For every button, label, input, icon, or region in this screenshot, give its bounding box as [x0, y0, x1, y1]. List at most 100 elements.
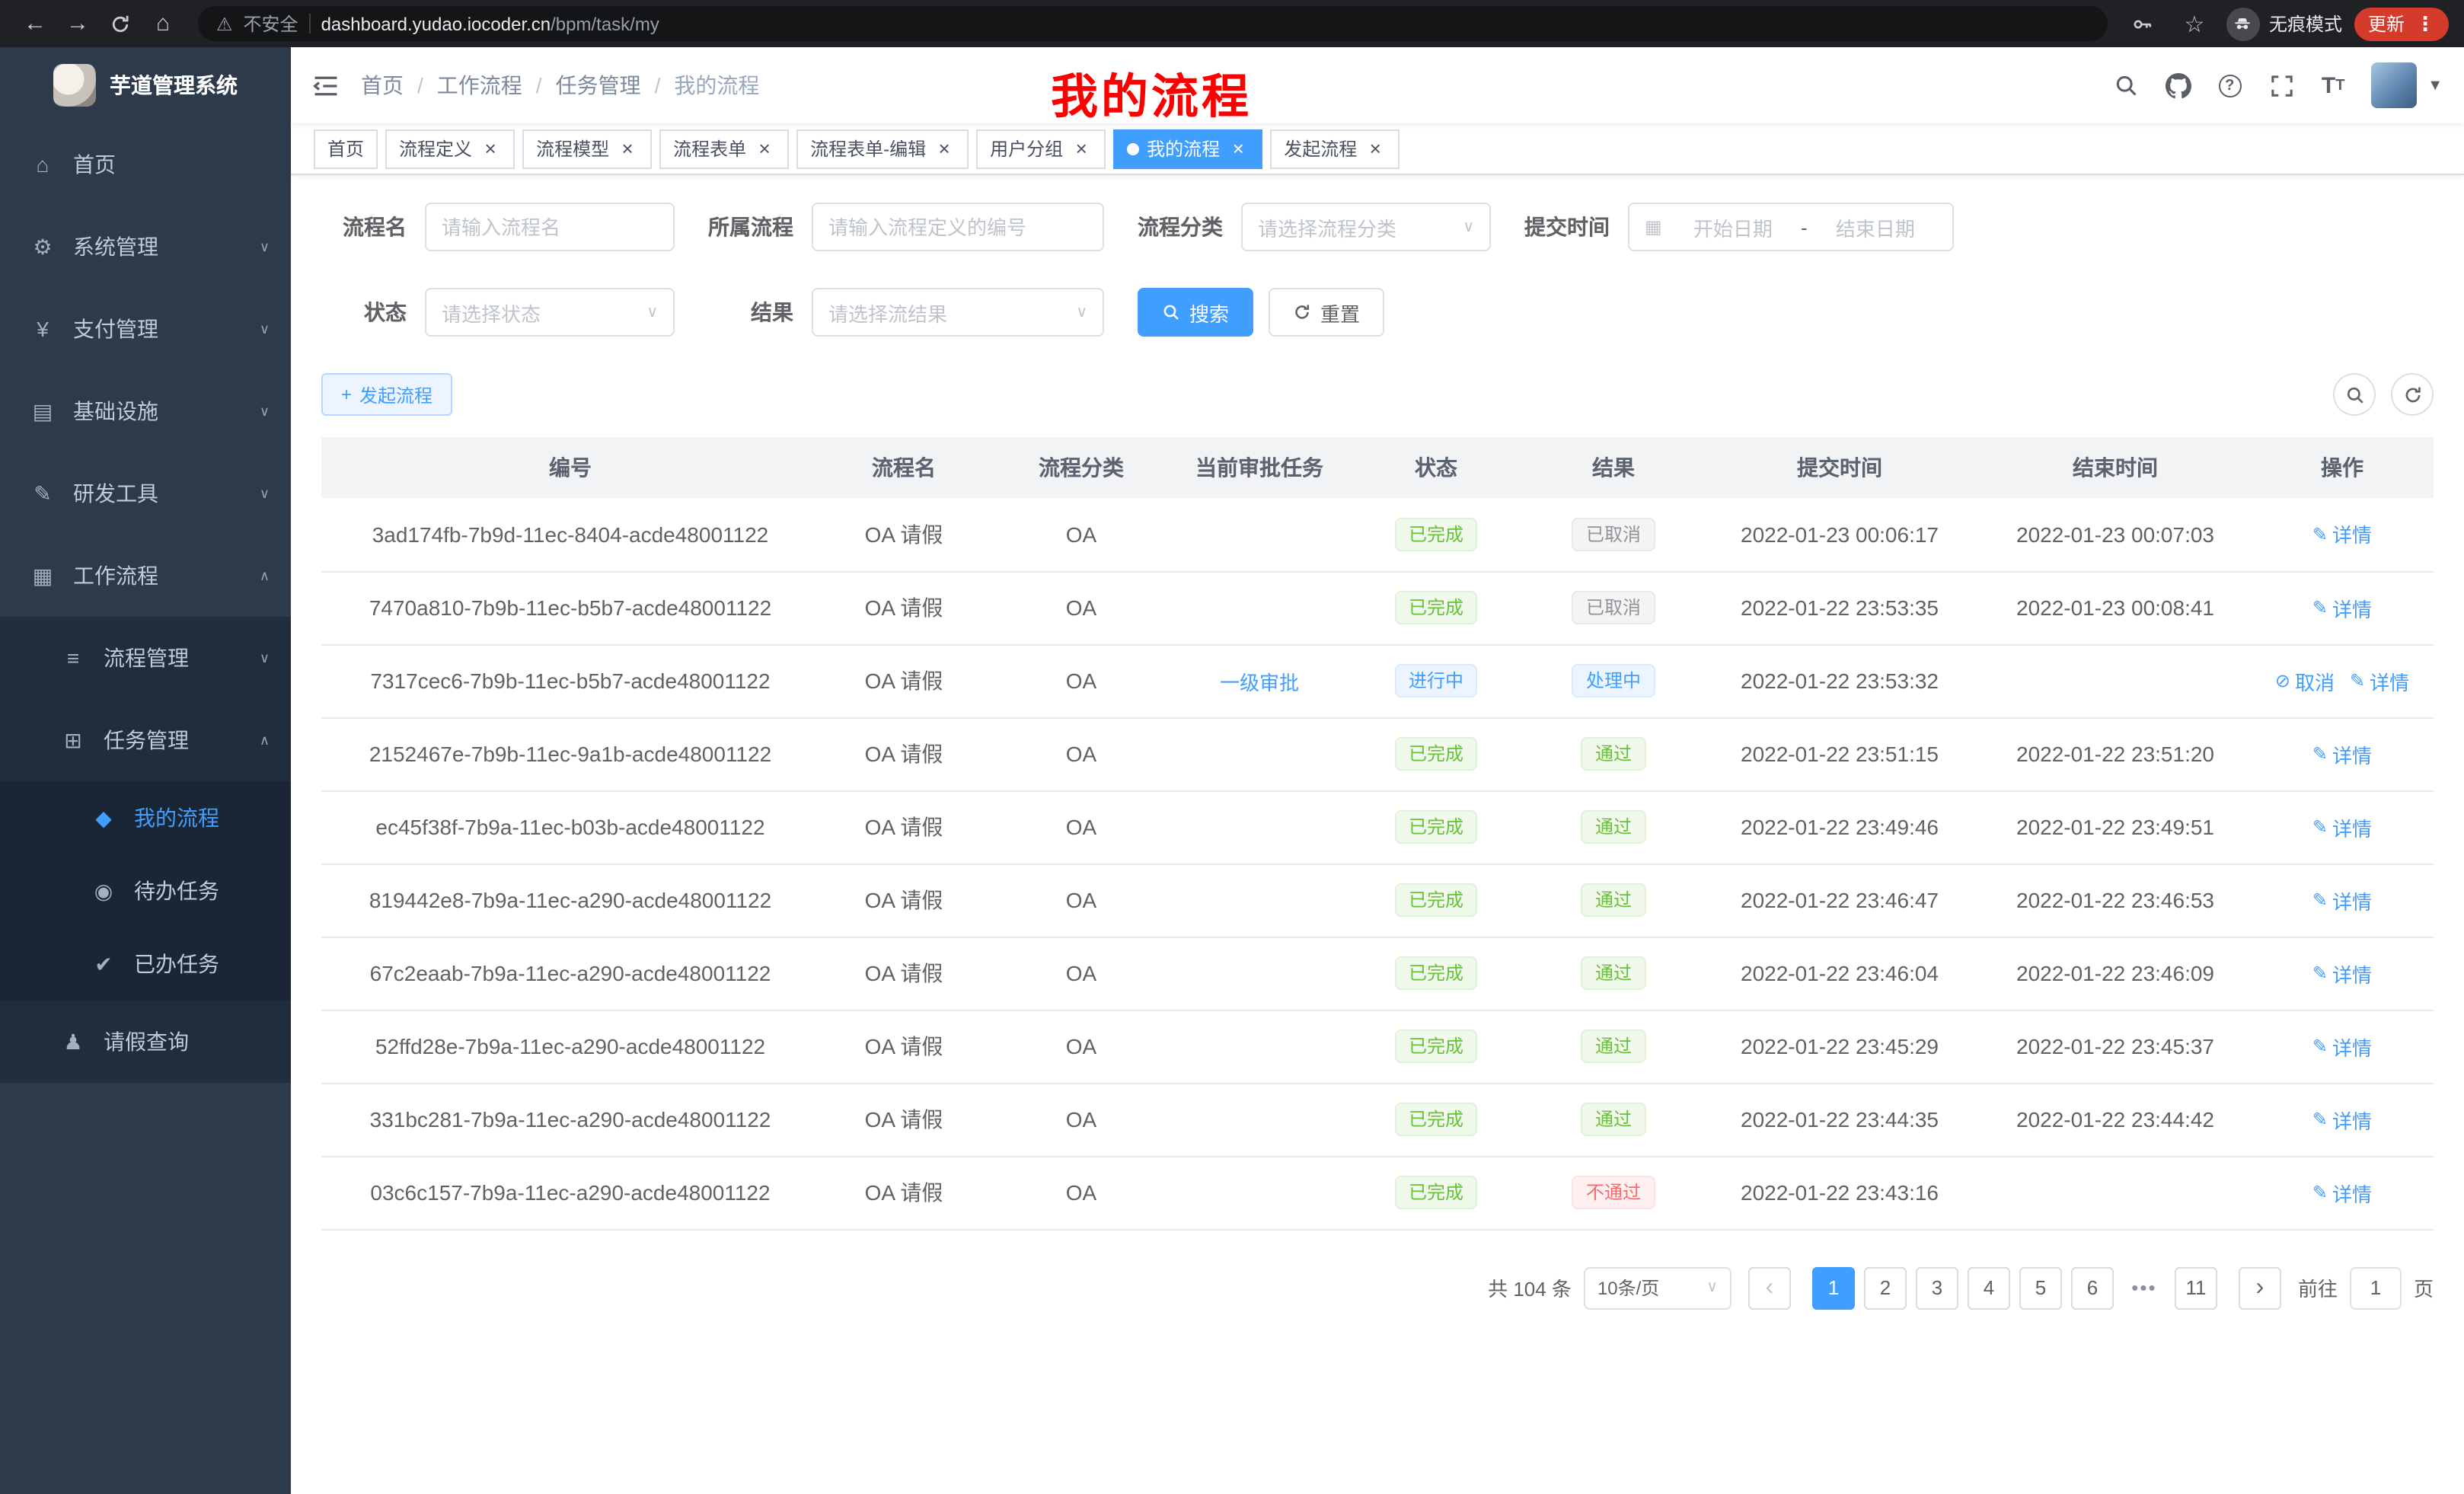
name-input[interactable]	[425, 203, 675, 251]
browser-reload-button[interactable]	[101, 4, 140, 43]
sidebar-item-todo-tasks[interactable]: ◉待办任务	[0, 854, 291, 927]
detail-link[interactable]: ✎详情	[2312, 593, 2372, 622]
browser-back-button[interactable]: ←	[15, 4, 55, 43]
next-page-button[interactable]: ›	[2239, 1266, 2281, 1309]
result-tag: 已取消	[1572, 518, 1655, 551]
detail-label: 详情	[2332, 520, 2372, 549]
page-button-4[interactable]: 4	[1968, 1266, 2010, 1309]
edit-icon: ✎	[2312, 524, 2328, 545]
end-date-placeholder: 结束日期	[1814, 212, 1937, 241]
detail-link[interactable]: ✎详情	[2312, 886, 2372, 915]
tab-close-icon[interactable]: ×	[480, 138, 501, 159]
page-button-5[interactable]: 5	[2019, 1266, 2062, 1309]
page-button-2[interactable]: 2	[1864, 1266, 1907, 1309]
reset-button[interactable]: 重置	[1269, 288, 1384, 337]
page-button-3[interactable]: 3	[1916, 1266, 1958, 1309]
search-button[interactable]: 搜索	[1138, 288, 1253, 337]
page-button-1[interactable]: 1	[1812, 1266, 1855, 1309]
detail-link[interactable]: ✎详情	[2312, 1105, 2372, 1134]
browser-forward-button[interactable]: →	[58, 4, 97, 43]
sidebar-item-leave-query[interactable]: ♟请假查询	[0, 1001, 291, 1083]
tab-start-process[interactable]: 发起流程×	[1270, 129, 1400, 168]
address-bar[interactable]: ⚠ 不安全 dashboard.yudao.iocoder.cn/bpm/tas…	[198, 6, 2108, 41]
filter-name: 流程名	[321, 203, 675, 251]
detail-link[interactable]: ✎详情	[2312, 739, 2372, 768]
name-input-field[interactable]	[442, 215, 658, 238]
tab-process-form-edit[interactable]: 流程表单-编辑×	[796, 129, 969, 168]
goto-page-input[interactable]	[2350, 1266, 2402, 1309]
detail-link[interactable]: ✎详情	[2350, 666, 2409, 695]
sidebar-item-infra[interactable]: ▤基础设施∨	[0, 370, 291, 452]
parent-process-input-field[interactable]	[828, 215, 1087, 238]
font-size-icon[interactable]: TT	[2310, 62, 2356, 108]
result-select[interactable]: 请选择流结果 ∨	[812, 288, 1104, 337]
sidebar-item-label: 任务管理	[104, 725, 189, 755]
user-avatar[interactable]	[2371, 62, 2417, 108]
avatar-caret-down-icon[interactable]: ▼	[2427, 77, 2443, 94]
status-select[interactable]: 请选择状态 ∨	[425, 288, 675, 337]
tab-close-icon[interactable]: ×	[617, 138, 638, 159]
tab-home[interactable]: 首页	[314, 129, 378, 168]
tab-close-icon[interactable]: ×	[754, 138, 775, 159]
breadcrumb-item[interactable]: 任务管理	[556, 70, 641, 101]
parent-process-input[interactable]	[812, 203, 1104, 251]
cell-current-task	[1174, 498, 1345, 571]
page-size-select[interactable]: 10条/页 ∨	[1584, 1266, 1732, 1309]
devtools-icon: ✎	[30, 480, 55, 506]
help-icon[interactable]: ?	[2207, 62, 2252, 108]
status-tag: 已完成	[1395, 1176, 1477, 1209]
detail-link[interactable]: ✎详情	[2312, 1178, 2372, 1207]
page-button-11[interactable]: 11	[2175, 1266, 2217, 1309]
sidebar-item-home[interactable]: ⌂首页	[0, 123, 291, 206]
tab-close-icon[interactable]: ×	[1227, 138, 1249, 159]
my-process-icon: ◆	[91, 805, 116, 831]
github-icon[interactable]	[2155, 62, 2201, 108]
cancel-link[interactable]: ⊘取消	[2275, 666, 2335, 695]
detail-link[interactable]: ✎详情	[2312, 1032, 2372, 1061]
bookmark-star-icon[interactable]: ☆	[2175, 4, 2214, 43]
sidebar-item-payment[interactable]: ¥支付管理∨	[0, 288, 291, 370]
navbar: 首页/工作流程/任务管理/我的流程 ? TT ▼	[291, 47, 2464, 123]
tab-close-icon[interactable]: ×	[1364, 138, 1386, 159]
category-select[interactable]: 请选择流程分类 ∨	[1241, 203, 1491, 251]
sidebar-item-done-tasks[interactable]: ✔已办任务	[0, 927, 291, 1001]
app-logo[interactable]: 芋道管理系统	[0, 47, 291, 123]
tab-my-process[interactable]: 我的流程×	[1113, 129, 1262, 168]
fullscreen-icon[interactable]	[2258, 62, 2304, 108]
current-task-link[interactable]: 一级审批	[1220, 666, 1299, 695]
tab-process-definition[interactable]: 流程定义 ×	[385, 129, 515, 168]
browser-update-button[interactable]: 更新 ⋮	[2354, 7, 2449, 40]
tab-label: 流程定义	[399, 136, 472, 161]
refresh-table-button[interactable]	[2391, 373, 2434, 416]
show-search-button[interactable]	[2333, 373, 2376, 416]
tab-process-model[interactable]: 流程模型×	[522, 129, 652, 168]
tab-close-icon[interactable]: ×	[934, 138, 955, 159]
sidebar-item-workflow[interactable]: ▦工作流程∧	[0, 535, 291, 617]
create-process-button[interactable]: + 发起流程	[321, 373, 452, 416]
prev-page-button[interactable]: ‹	[1748, 1266, 1791, 1309]
search-icon[interactable]	[2103, 62, 2149, 108]
tab-close-icon[interactable]: ×	[1071, 138, 1092, 159]
detail-link[interactable]: ✎详情	[2312, 812, 2372, 841]
breadcrumb-item[interactable]: 首页	[361, 70, 404, 101]
tab-user-group[interactable]: 用户分组×	[976, 129, 1106, 168]
hamburger-icon[interactable]	[291, 74, 361, 97]
detail-link[interactable]: ✎详情	[2312, 959, 2372, 988]
breadcrumb-item[interactable]: 工作流程	[437, 70, 522, 101]
menu-kebab-icon[interactable]: ⋮	[2415, 11, 2435, 36]
page-ellipsis[interactable]: •••	[2123, 1266, 2166, 1309]
result-tag: 通过	[1581, 1030, 1645, 1063]
goto-suffix: 页	[2414, 1273, 2434, 1302]
sidebar-item-devtools[interactable]: ✎研发工具∨	[0, 452, 291, 535]
sidebar-item-my-process[interactable]: ◆我的流程	[0, 781, 291, 854]
tab-process-form[interactable]: 流程表单×	[659, 129, 789, 168]
browser-home-button[interactable]: ⌂	[143, 4, 183, 43]
sidebar-item-task-manage[interactable]: ⊞任务管理∧	[0, 699, 291, 781]
submit-time-range-picker[interactable]: ▦ 开始日期 - 结束日期	[1628, 203, 1954, 251]
page-button-6[interactable]: 6	[2071, 1266, 2114, 1309]
result-tag: 处理中	[1572, 664, 1655, 698]
password-key-icon[interactable]	[2123, 4, 2162, 43]
sidebar-item-system[interactable]: ⚙系统管理∨	[0, 206, 291, 288]
sidebar-item-process-manage[interactable]: ≡流程管理∨	[0, 617, 291, 699]
detail-link[interactable]: ✎详情	[2312, 520, 2372, 549]
